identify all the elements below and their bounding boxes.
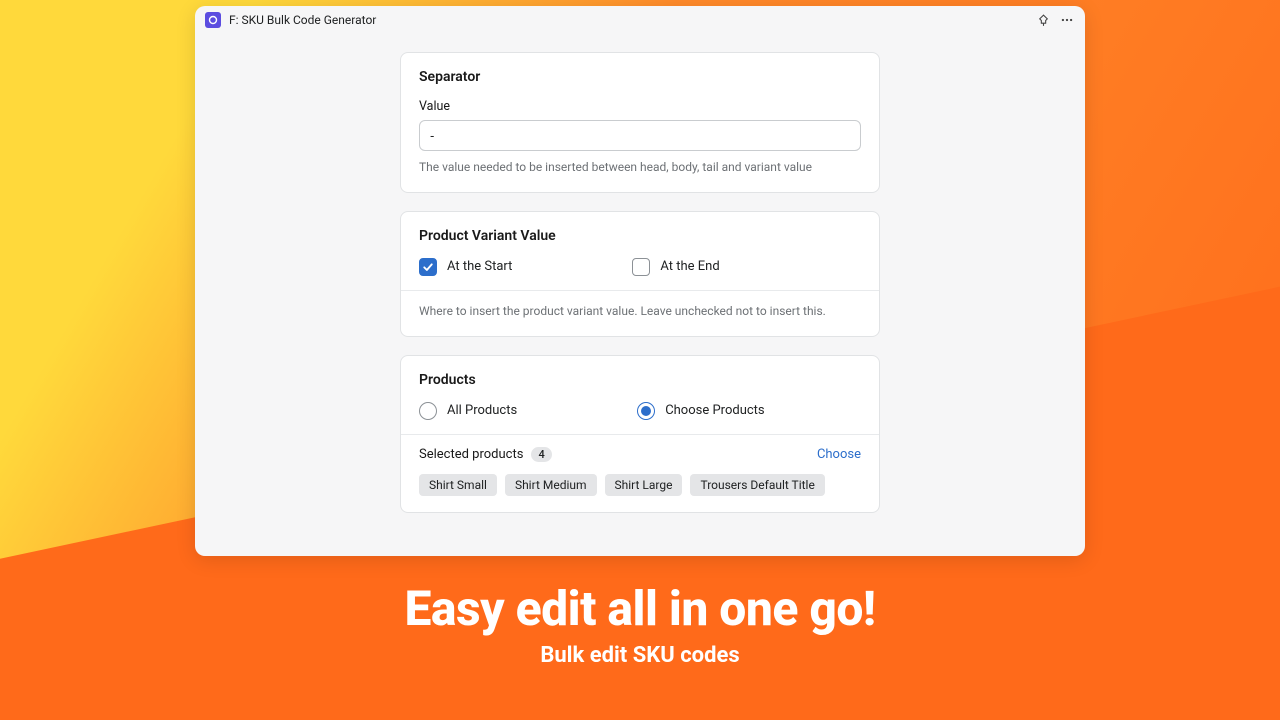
product-chip[interactable]: Shirt Small [419, 474, 497, 496]
selected-count-badge: 4 [531, 447, 551, 462]
choose-link[interactable]: Choose [817, 447, 861, 462]
products-choose-option[interactable]: Choose Products [637, 402, 764, 420]
products-choose-label: Choose Products [665, 403, 764, 418]
variant-end-label: At the End [660, 259, 719, 274]
product-chip[interactable]: Trousers Default Title [690, 474, 824, 496]
hero-subtitle: Bulk edit SKU codes [0, 643, 1280, 668]
app-icon [205, 12, 221, 28]
product-chip[interactable]: Shirt Large [605, 474, 683, 496]
divider [401, 290, 879, 291]
hero-text: Easy edit all in one go! Bulk edit SKU c… [0, 580, 1280, 668]
variant-help: Where to insert the product variant valu… [419, 303, 861, 320]
variant-heading: Product Variant Value [419, 228, 861, 244]
selected-products-label: Selected products [419, 447, 523, 462]
separator-help: The value needed to be inserted between … [419, 159, 861, 176]
separator-card: Separator Value The value needed to be i… [400, 52, 880, 193]
checkbox-checked-icon [419, 258, 437, 276]
checkbox-unchecked-icon [632, 258, 650, 276]
separator-value-label: Value [419, 99, 861, 114]
separator-value-input[interactable] [419, 120, 861, 151]
hero-title: Easy edit all in one go! [0, 580, 1280, 637]
content-area: Separator Value The value needed to be i… [195, 52, 1085, 533]
product-chip[interactable]: Shirt Medium [505, 474, 597, 496]
variant-end-option[interactable]: At the End [632, 258, 719, 276]
products-card: Products All Products Choose Products Se… [400, 355, 880, 513]
window-title: F: SKU Bulk Code Generator [229, 13, 376, 27]
variant-card: Product Variant Value At the Start At th… [400, 211, 880, 337]
radio-checked-icon [637, 402, 655, 420]
app-window: F: SKU Bulk Code Generator Separator Val… [195, 6, 1085, 556]
products-heading: Products [419, 372, 861, 388]
products-all-option[interactable]: All Products [419, 402, 517, 420]
radio-unchecked-icon [419, 402, 437, 420]
more-button[interactable] [1059, 12, 1075, 28]
variant-start-option[interactable]: At the Start [419, 258, 512, 276]
pin-button[interactable] [1035, 12, 1051, 28]
variant-start-label: At the Start [447, 259, 512, 274]
divider [401, 434, 879, 435]
titlebar: F: SKU Bulk Code Generator [195, 6, 1085, 34]
products-all-label: All Products [447, 403, 517, 418]
selected-chips: Shirt Small Shirt Medium Shirt Large Tro… [419, 474, 861, 496]
separator-heading: Separator [419, 69, 861, 85]
